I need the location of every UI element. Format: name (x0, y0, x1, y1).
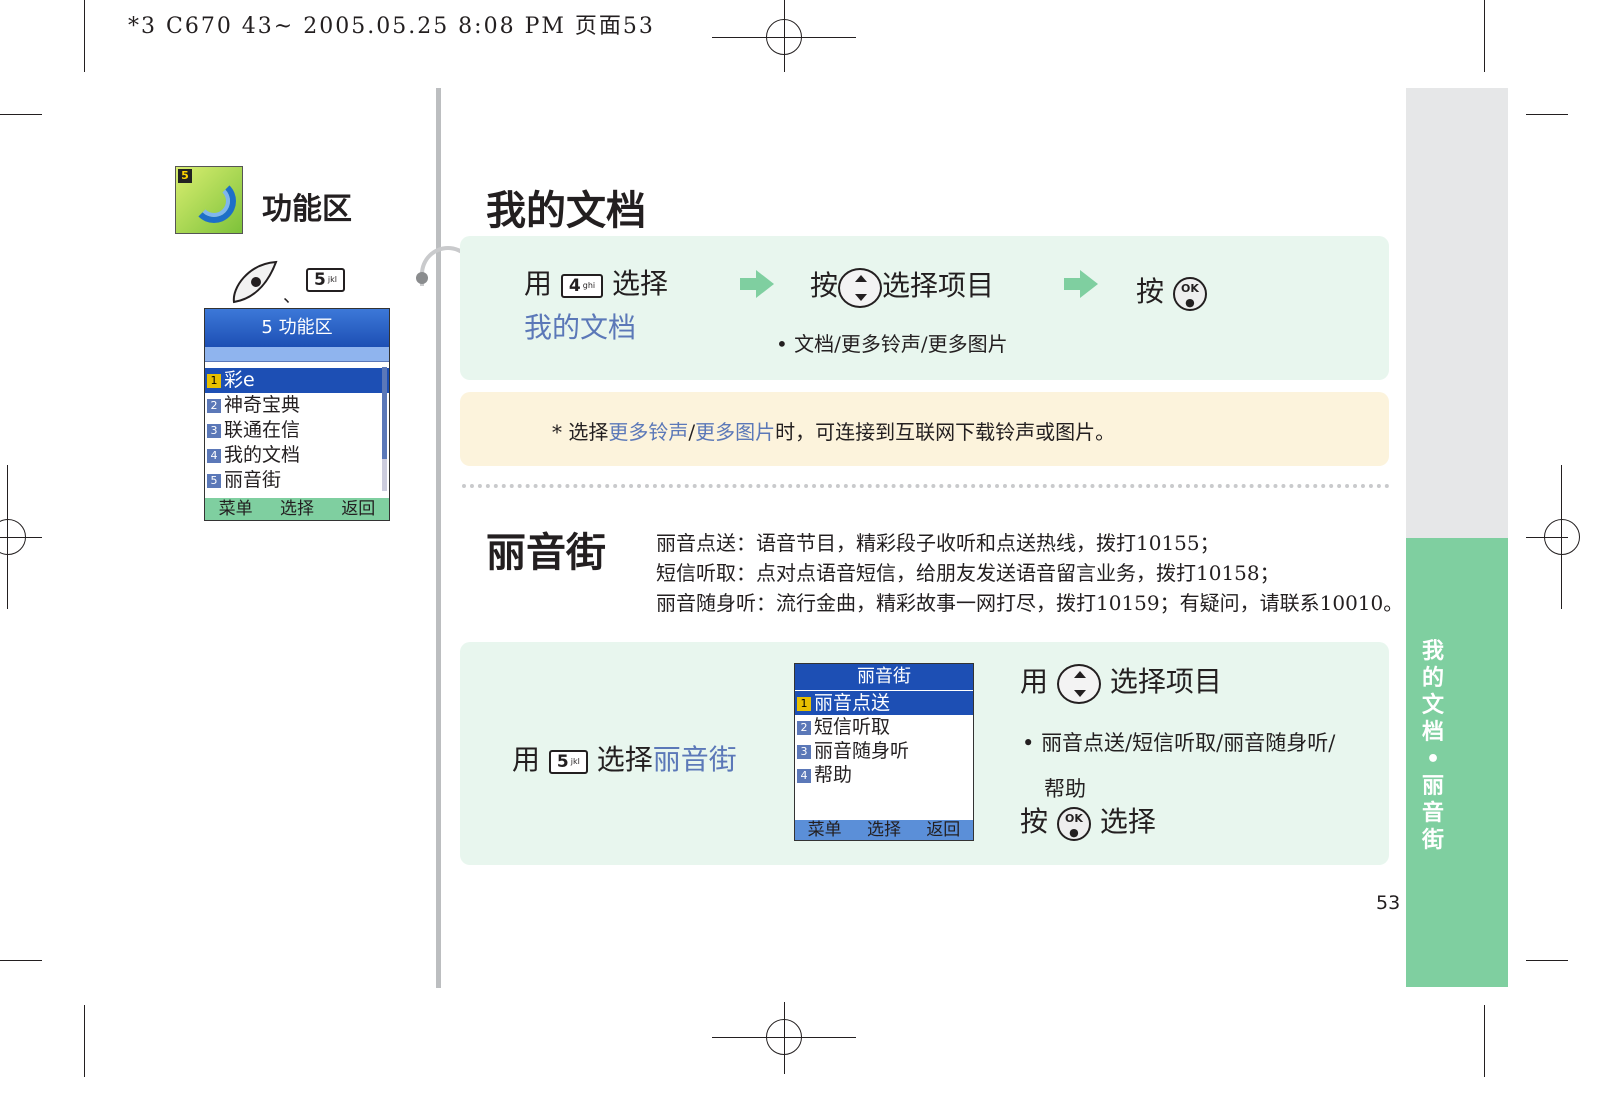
liyinjie-step2: 用 选择项目 (1020, 660, 1222, 704)
phone-menu-item[interactable]: 4 我的文档 (205, 443, 389, 468)
ok-key-icon: OK ● (1172, 276, 1207, 311)
liyinjie-step3: 按 OK ● 选择 (1020, 805, 1156, 841)
dotted-divider (462, 484, 1390, 488)
softkey-select[interactable]: 选择 (280, 498, 314, 520)
phone-screen-function-zone: 5 功能区 1 彩e 2 神奇宝典 3 联通在信 4 我的文档 5 丽音街 菜单 选择 返… (204, 308, 390, 521)
liyinjie-step1: 用 5 jkl 选择丽音街 (512, 743, 737, 776)
nav-key-icon (1056, 663, 1101, 704)
phone-menu-item[interactable]: 2 神奇宝典 (205, 393, 389, 418)
softkey-select[interactable]: 选择 (867, 820, 901, 840)
my-docs-step1-target: 我的文档 (524, 311, 637, 344)
liyinjie-description: 丽音点送：语音节目，精彩段子收听和点送热线，拨打10155； 短信听取：点对点语… (656, 531, 1404, 615)
softkey-menu[interactable]: 菜单 (219, 498, 253, 520)
my-docs-step2: 按选择项目 (810, 264, 994, 308)
function-zone-icon: 5 (175, 166, 243, 234)
side-tab-grey (1406, 88, 1508, 538)
side-tab-char: 街 (1421, 828, 1444, 853)
my-docs-step3: 按 OK ● (1136, 270, 1207, 311)
softkey-back[interactable]: 返回 (341, 498, 375, 520)
print-header: *3 C670 43~ 2005.05.25 8:08 PM 页面53 (128, 14, 655, 39)
phone-menu-item[interactable]: 4 帮助 (795, 763, 973, 787)
my-docs-note: * 选择更多铃声/更多图片时，可连接到互联网下载铃声或图片。 (552, 420, 1116, 444)
phone-menu-item[interactable]: 1 丽音点送 (795, 691, 973, 715)
my-docs-title: 我的文档 (486, 188, 646, 234)
key-4: 4 ghi (560, 273, 604, 298)
phone-scrollbar[interactable] (382, 367, 387, 491)
arrow-right-icon (1064, 270, 1098, 298)
section-title: 功能区 (262, 192, 352, 227)
phone-menu-item[interactable]: 3 联通在信 (205, 418, 389, 443)
liyinjie-step2-bullet: • 丽音点送/短信听取/丽音随身听/ 帮助 (1022, 731, 1336, 801)
liyinjie-title: 丽音街 (486, 530, 606, 576)
side-tab-char: 音 (1421, 801, 1444, 826)
my-docs-step2-bullet: • 文档/更多铃声/更多图片 (776, 332, 1008, 356)
phone-menu-item[interactable]: 3 丽音随身听 (795, 739, 973, 763)
phone-menu-item[interactable]: 2 短信听取 (795, 715, 973, 739)
key-5: 5 jkl (548, 749, 588, 774)
phone-title-bar: 5 功能区 (205, 309, 389, 347)
side-tab: 我 的 文 档 • 丽 音 街 (1406, 538, 1508, 987)
side-tab-char: 丽 (1421, 774, 1444, 799)
nav-key-icon (838, 267, 883, 308)
softkey-menu[interactable]: 菜单 (808, 820, 842, 840)
phone-softkeys: 菜单 选择 返回 (205, 498, 389, 520)
phone-softkeys: 菜单 选择 返回 (795, 820, 973, 840)
key-separator: 、 (283, 286, 301, 307)
phone-screen-liyinjie: 丽音街 1 丽音点送 2 短信听取 3 丽音随身听 4 帮助 菜单 选择 返回 (794, 663, 974, 841)
side-tab-char: • (1425, 747, 1441, 772)
phone-menu-item[interactable]: 5 丽音街 (205, 468, 389, 493)
side-tab-char: 我 (1421, 639, 1444, 664)
side-tab-char: 文 (1421, 693, 1444, 718)
ok-key-icon: OK ● (1056, 806, 1091, 841)
side-tab-char: 档 (1421, 720, 1444, 745)
phone-menu-item[interactable]: 1 彩e (205, 368, 389, 393)
arrow-right-icon (740, 270, 774, 298)
softkey-back[interactable]: 返回 (926, 820, 960, 840)
page-number: 53 (1376, 892, 1401, 914)
phone-title-bar: 丽音街 (795, 664, 973, 690)
side-tab-char: 的 (1421, 666, 1444, 691)
key-5: 5 jkl (306, 268, 345, 292)
column-divider (436, 88, 441, 988)
my-docs-step1: 用 4 ghi 选择 (524, 267, 669, 300)
menu-key-icon (230, 258, 280, 304)
